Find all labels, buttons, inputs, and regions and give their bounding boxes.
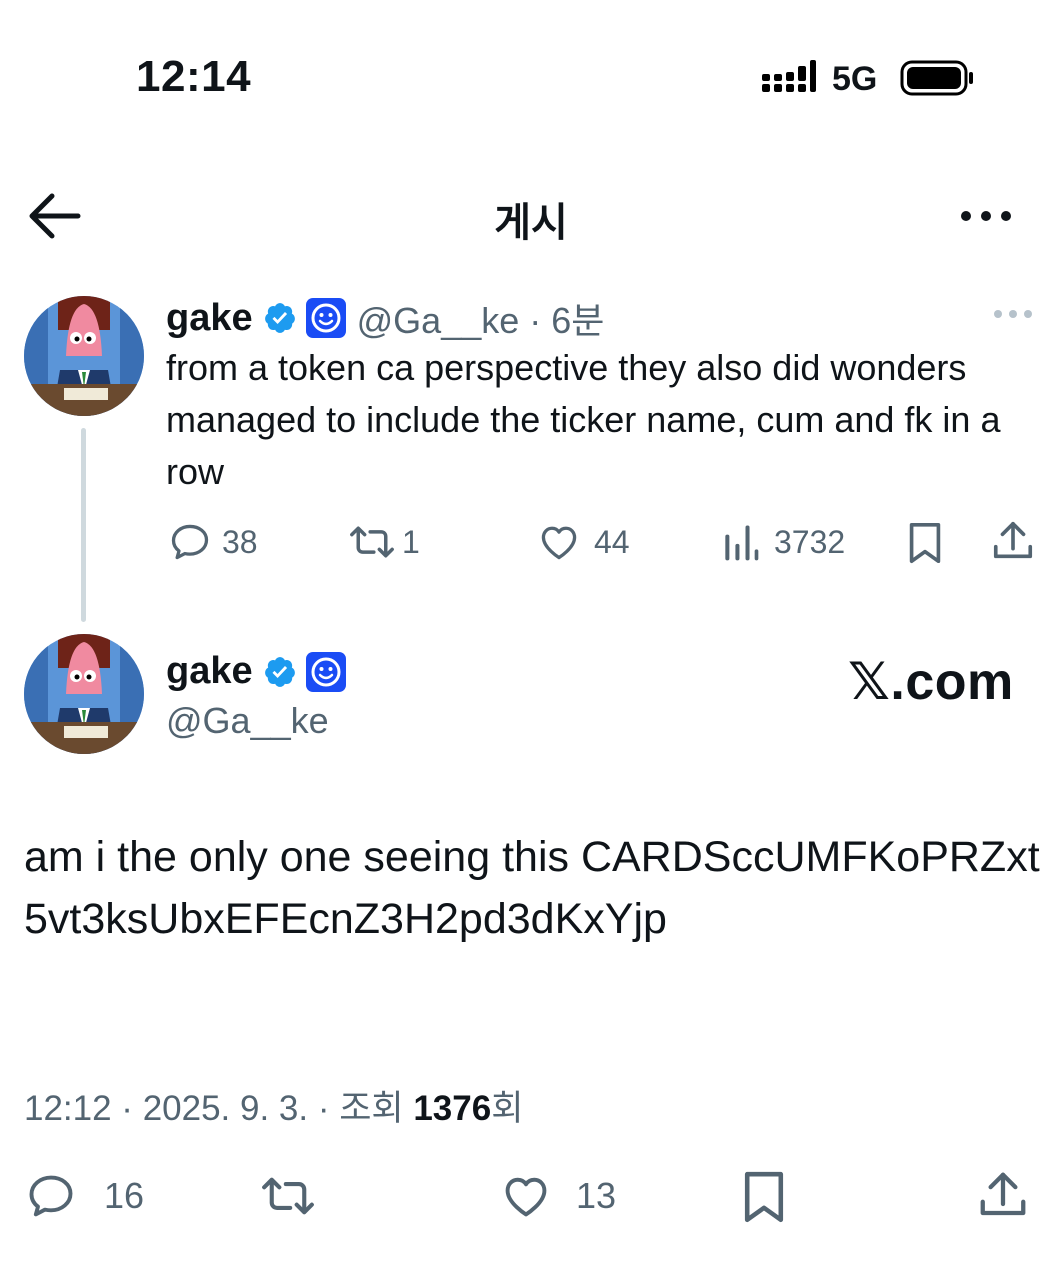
reply-count: 38 — [222, 523, 258, 560]
reply-icon — [29, 1175, 73, 1217]
x-com-watermark: 𝕏.com — [848, 653, 1014, 711]
bookmark-icon[interactable] — [740, 1168, 788, 1226]
avatar[interactable] — [24, 296, 144, 416]
tweet-text: from a token ca perspective they also di… — [166, 347, 1001, 492]
tweet-meta: 12:12 · 2025. 9. 3. · 조회 1376회 — [24, 1080, 523, 1131]
timestamp: 12:12 · 2025. 9. 3. · 조회 — [24, 1089, 414, 1128]
share-icon[interactable] — [976, 1168, 1030, 1222]
like-count: 44 — [594, 523, 630, 560]
tweet-text: am i the only one seeing this CARDSccUMF… — [24, 833, 1040, 943]
author-name[interactable]: gake — [166, 650, 253, 693]
network-type: 5G — [832, 60, 878, 98]
author-name[interactable]: gake — [166, 297, 253, 340]
retweet-icon — [350, 526, 394, 558]
retweet-count: 1 — [402, 523, 420, 560]
reply-icon — [171, 524, 209, 560]
views-chart-icon — [725, 525, 759, 561]
view-count-suffix: 회 — [491, 1089, 524, 1128]
retweet-button[interactable]: 1 — [348, 520, 420, 564]
author-handle: @Ga__ke — [166, 700, 329, 741]
verified-badge-icon — [264, 303, 295, 333]
bookmark-icon[interactable] — [905, 520, 945, 566]
more-horizontal-icon[interactable] — [958, 204, 1014, 228]
like-button[interactable]: 13 — [498, 1170, 616, 1222]
views-button[interactable]: 3732 — [720, 520, 845, 564]
battery-icon — [900, 60, 973, 96]
like-button[interactable]: 44 — [536, 520, 630, 564]
thread-line — [81, 428, 86, 622]
affiliation-badge-icon — [305, 651, 346, 692]
status-time: 12:14 — [136, 52, 252, 101]
heart-icon — [541, 526, 577, 560]
page-title: 게시 — [494, 201, 568, 245]
affiliation-badge-icon — [305, 298, 346, 338]
author-handle-time: @Ga__ke · 6분 — [356, 300, 605, 341]
reply-count: 16 — [104, 1175, 145, 1216]
views-count: 3732 — [774, 523, 846, 560]
share-icon[interactable] — [990, 518, 1036, 564]
signal-strength-icon — [762, 60, 816, 92]
avatar-image — [24, 634, 144, 754]
heart-icon — [505, 1177, 547, 1217]
avatar[interactable] — [24, 634, 144, 754]
retweet-icon[interactable] — [258, 1170, 318, 1222]
main-tweet-header: gake — [166, 650, 347, 693]
reply-tweet-header: gake @Ga__ke · 6분 — [166, 292, 604, 344]
verified-badge-icon — [264, 656, 295, 687]
more-horizontal-icon[interactable] — [992, 308, 1034, 320]
reply-button[interactable]: 38 — [168, 520, 258, 564]
reply-button[interactable]: 16 — [24, 1170, 144, 1222]
like-count: 13 — [576, 1175, 617, 1216]
avatar-image — [24, 296, 144, 416]
view-count: 1376 — [413, 1089, 492, 1128]
